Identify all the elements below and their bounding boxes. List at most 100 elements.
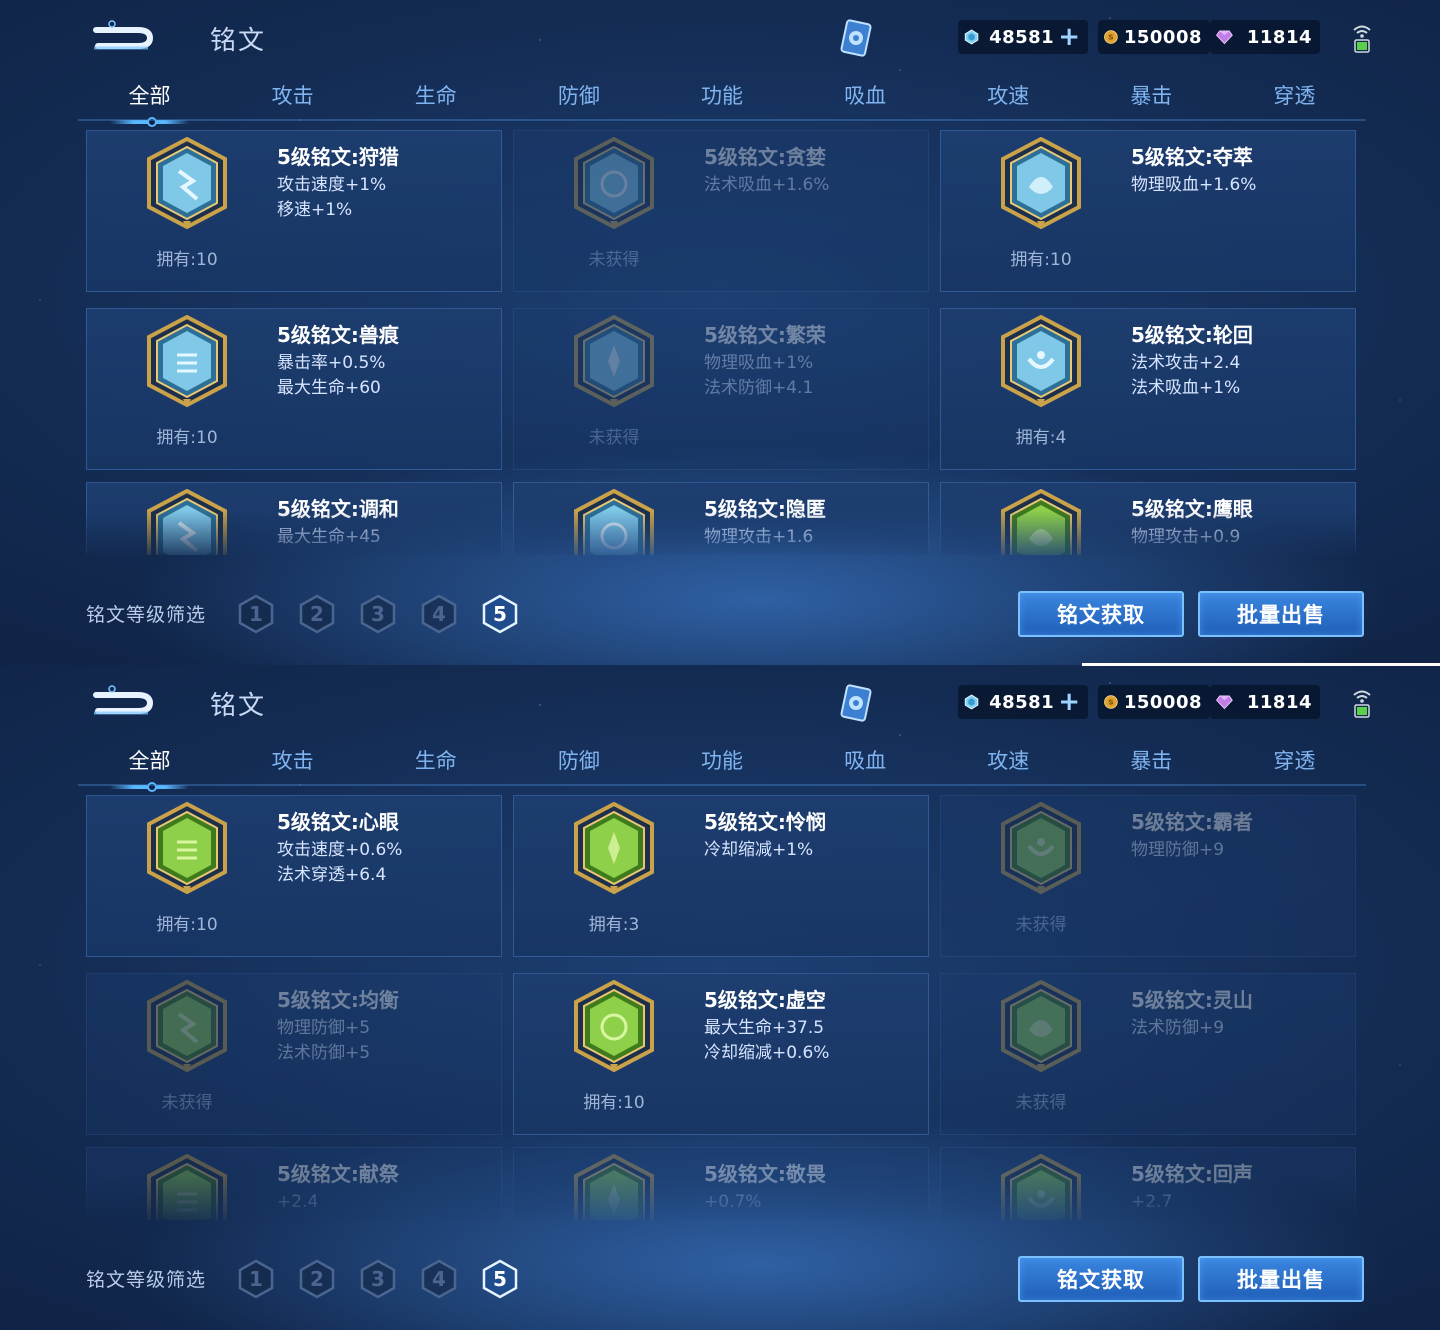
obtain-inscription-button[interactable]: 铭文获取 bbox=[1018, 1256, 1184, 1302]
inscription-card[interactable]: 5级铭文:霸者 物理防御+9 未获得 bbox=[940, 795, 1356, 957]
level-filter-button[interactable]: 3 bbox=[358, 1259, 398, 1299]
inscription-grid[interactable]: 5级铭文:狩猎 攻击速度+1% 移速+1% 拥有:10 5级铭文:贪婪 法术吸血+1.6%… bbox=[86, 130, 1358, 555]
inscription-grid[interactable]: 5级铭文:心眼 攻击速度+0.6% 法术穿透+6.4 拥有:10 5级铭文:怜悯 冷却缩减… bbox=[86, 795, 1358, 1220]
tab-category[interactable]: 暴击 bbox=[1080, 743, 1223, 789]
inscription-card[interactable]: 5级铭文:虚空 最大生命+37.5 冷却缩减+0.6% 拥有:10 bbox=[513, 973, 929, 1135]
inscription-card[interactable]: 5级铭文:心眼 攻击速度+0.6% 法术穿透+6.4 拥有:10 bbox=[86, 795, 502, 957]
back-button[interactable] bbox=[88, 18, 156, 54]
tab-category[interactable]: 穿透 bbox=[1223, 78, 1366, 124]
inscription-emblem-icon bbox=[145, 801, 229, 896]
inscription-name: 5级铭文:怜悯 bbox=[704, 810, 826, 834]
inscription-card[interactable]: 5级铭文:贪婪 法术吸血+1.6% 未获得 bbox=[513, 130, 929, 292]
bulk-sell-button[interactable]: 批量出售 bbox=[1198, 591, 1364, 637]
tab-category[interactable]: 全部 bbox=[78, 78, 221, 127]
level-number: 3 bbox=[371, 1267, 385, 1291]
tab-label: 生命 bbox=[414, 84, 457, 108]
inscription-card[interactable]: 5级铭文:灵山 法术防御+9 未获得 bbox=[940, 973, 1356, 1135]
inscription-attributes: 最大生命+37.5 冷却缩减+0.6% bbox=[704, 1016, 829, 1066]
level-filter-button[interactable]: 2 bbox=[297, 1259, 337, 1299]
attribute-line: 物理攻击+0.9 bbox=[1131, 527, 1241, 547]
inscription-screen: 铭文 48581 + S 150008 11814 全部 攻击 生命 防御 功能 吸血 攻速 暴击 穿透 5级… bbox=[0, 665, 1440, 1330]
owned-count: 拥有:10 bbox=[1010, 250, 1072, 270]
tab-category[interactable]: 防御 bbox=[507, 78, 650, 124]
inscription-attributes: 法术吸血+1.6% bbox=[704, 173, 829, 198]
tab-category[interactable]: 生命 bbox=[364, 78, 507, 124]
category-tabs: 全部 攻击 生命 防御 功能 吸血 攻速 暴击 穿透 bbox=[78, 743, 1366, 792]
back-button[interactable] bbox=[88, 683, 156, 719]
tab-category[interactable]: 攻击 bbox=[221, 743, 364, 789]
inscription-name: 5级铭文:夺萃 bbox=[1131, 145, 1253, 169]
svg-text:S: S bbox=[1108, 698, 1113, 707]
attribute-line: 最大生命+37.5 bbox=[704, 1018, 825, 1038]
tab-category[interactable]: 穿透 bbox=[1223, 743, 1366, 789]
level-filter-button[interactable]: 4 bbox=[419, 1259, 459, 1299]
level-filter-button[interactable]: 3 bbox=[358, 594, 398, 634]
inscription-attributes: 最大生命+45 bbox=[277, 525, 381, 550]
tab-category[interactable]: 攻速 bbox=[937, 743, 1080, 789]
inscription-card[interactable]: 5级铭文:敬畏 +0.7% bbox=[513, 1147, 929, 1220]
level-filter-button[interactable]: 1 bbox=[236, 594, 276, 634]
level-filter-button[interactable]: 2 bbox=[297, 594, 337, 634]
tab-category[interactable]: 生命 bbox=[364, 743, 507, 789]
inscription-attributes: 法术防御+9 bbox=[1131, 1016, 1224, 1041]
inscription-card[interactable]: 5级铭文:兽痕 暴击率+0.5% 最大生命+60 拥有:10 bbox=[86, 308, 502, 470]
inscription-attributes: +0.7% bbox=[704, 1190, 761, 1215]
tab-category[interactable]: 功能 bbox=[650, 78, 793, 124]
inscription-card[interactable]: 5级铭文:隐匿 物理攻击+1.6 bbox=[513, 482, 929, 555]
page-title: 铭文 bbox=[210, 26, 267, 56]
tab-category[interactable]: 吸血 bbox=[794, 78, 937, 124]
level-number: 3 bbox=[371, 602, 385, 626]
tab-label: 吸血 bbox=[844, 84, 887, 108]
level-filter-button[interactable]: 5 bbox=[480, 1259, 520, 1299]
inscription-card[interactable]: 5级铭文:调和 最大生命+45 bbox=[86, 482, 502, 555]
bulk-sell-button[interactable]: 批量出售 bbox=[1198, 1256, 1364, 1302]
inscription-card[interactable]: 5级铭文:轮回 法术攻击+2.4 法术吸血+1% 拥有:4 bbox=[940, 308, 1356, 470]
tab-label: 穿透 bbox=[1273, 84, 1316, 108]
inscription-card[interactable]: 5级铭文:鹰眼 物理攻击+0.9 bbox=[940, 482, 1356, 555]
inscription-name: 5级铭文:轮回 bbox=[1131, 323, 1253, 347]
inscription-name: 5级铭文:霸者 bbox=[1131, 810, 1253, 834]
inscription-name: 5级铭文:贪婪 bbox=[704, 145, 826, 169]
tab-category[interactable]: 全部 bbox=[78, 743, 221, 792]
attribute-line: 物理防御+5 bbox=[277, 1018, 371, 1038]
inscription-name: 5级铭文:敬畏 bbox=[704, 1162, 826, 1186]
inscription-card[interactable]: 5级铭文:回声 +2.7 bbox=[940, 1147, 1356, 1220]
level-filter-button[interactable]: 5 bbox=[480, 594, 520, 634]
tab-category[interactable]: 攻击 bbox=[221, 78, 364, 124]
level-filter-button[interactable]: 1 bbox=[236, 1259, 276, 1299]
inscription-attributes: 攻击速度+1% 移速+1% bbox=[277, 173, 386, 223]
inscription-emblem-icon bbox=[999, 979, 1083, 1074]
inscription-card[interactable]: 5级铭文:夺萃物理吸血+1.6% 拥有:10 bbox=[940, 130, 1356, 292]
inscription-card[interactable]: 5级铭文:繁荣 物理吸血+1% 法术防御+4.1 未获得 bbox=[513, 308, 929, 470]
inscription-card[interactable]: 5级铭文:献祭 +2.4 bbox=[86, 1147, 502, 1220]
inscription-attributes: 物理防御+5 法术防御+5 bbox=[277, 1016, 370, 1066]
attribute-line: 冷却缩减+0.6% bbox=[704, 1043, 830, 1063]
gem-icon bbox=[964, 29, 979, 45]
inscription-card[interactable]: 5级铭文:狩猎 攻击速度+1% 移速+1% 拥有:10 bbox=[86, 130, 502, 292]
level-filter-button[interactable]: 4 bbox=[419, 594, 459, 634]
inscription-book-icon[interactable] bbox=[834, 681, 878, 725]
level-filter-label: 铭文等级筛选 bbox=[86, 604, 207, 626]
attribute-line: 物理吸血+1.6% bbox=[1131, 175, 1257, 195]
add-gem-icon[interactable]: + bbox=[1058, 689, 1080, 715]
attribute-line: +2.7 bbox=[1131, 1192, 1173, 1212]
inscription-emblem-icon bbox=[999, 136, 1083, 231]
tab-label: 暴击 bbox=[1130, 749, 1173, 773]
obtain-inscription-button[interactable]: 铭文获取 bbox=[1018, 591, 1184, 637]
inscription-card[interactable]: 5级铭文:怜悯 冷却缩减+1% 拥有:3 bbox=[513, 795, 929, 957]
tab-category[interactable]: 吸血 bbox=[794, 743, 937, 789]
tab-label: 全部 bbox=[128, 749, 171, 773]
tab-category[interactable]: 功能 bbox=[650, 743, 793, 789]
diamond-currency: 11814 bbox=[1210, 20, 1320, 54]
gold-coin-icon: S bbox=[1104, 695, 1118, 709]
inscription-card[interactable]: 5级铭文:均衡 物理防御+5 法术防御+5 未获得 bbox=[86, 973, 502, 1135]
level-number: 5 bbox=[493, 602, 507, 626]
inscription-attributes: 冷却缩减+1% bbox=[704, 838, 813, 863]
tab-category[interactable]: 暴击 bbox=[1080, 78, 1223, 124]
tab-category[interactable]: 防御 bbox=[507, 743, 650, 789]
attribute-line: +0.7% bbox=[704, 1192, 762, 1212]
tab-category[interactable]: 攻速 bbox=[937, 78, 1080, 124]
add-gem-icon[interactable]: + bbox=[1058, 24, 1080, 50]
inscription-book-icon[interactable] bbox=[834, 16, 878, 60]
diamond-icon bbox=[1216, 30, 1233, 45]
